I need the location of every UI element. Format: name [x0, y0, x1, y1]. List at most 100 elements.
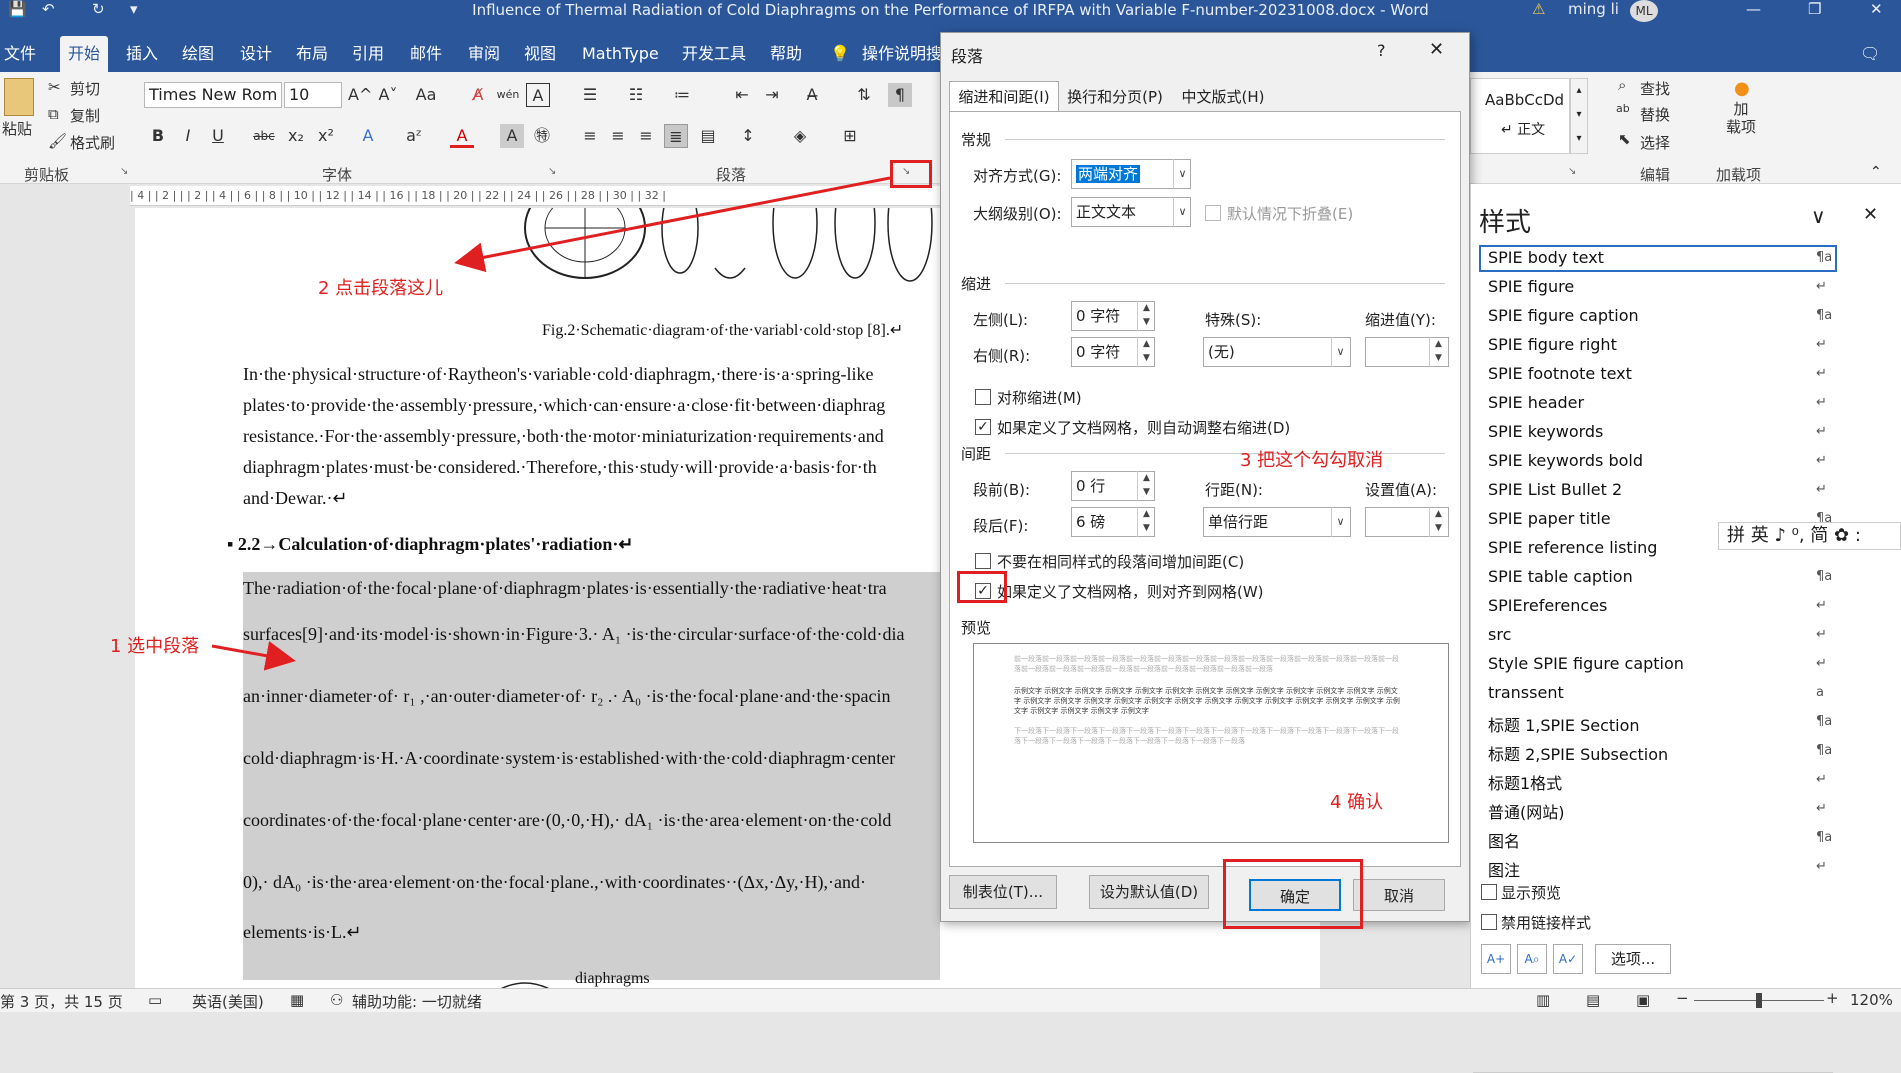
- style-item[interactable]: SPIE table caption: [1488, 567, 1633, 586]
- preview-previous-text: 前一段落前一段落前一段落前一段落前一段落前一段落前一段落前一段落前一段落前一段落…: [1014, 655, 1399, 673]
- line-spacing-label: 行距(N):: [1205, 481, 1263, 499]
- style-item[interactable]: SPIE keywords bold: [1488, 451, 1643, 470]
- dialog-close-button[interactable]: ✕: [1429, 39, 1444, 60]
- accessibility-icon[interactable]: ⚇: [330, 991, 343, 1009]
- ime-toolbar[interactable]: 拼 英 ♪ ⁰, 简 ✿ :: [1718, 522, 1901, 550]
- style-type-icon: ↵: [1816, 395, 1827, 410]
- style-type-icon: ↵: [1816, 656, 1827, 671]
- disable-linked-checkbox[interactable]: [1481, 914, 1497, 930]
- annotation-box-ok: [1223, 859, 1363, 929]
- chevron-down-icon[interactable]: ∨: [1173, 197, 1191, 227]
- web-layout-icon[interactable]: ▣: [1636, 991, 1650, 1009]
- tab-line-page-breaks[interactable]: 换行和分页(P): [1059, 83, 1171, 111]
- auto-right-indent-checkbox[interactable]: ✓: [975, 419, 991, 435]
- style-type-icon: ¶a: [1816, 569, 1833, 584]
- disable-linked-label: 禁用链接样式: [1501, 914, 1592, 932]
- chevron-down-icon[interactable]: ∨: [1331, 337, 1349, 367]
- style-type-icon: ↵: [1816, 801, 1827, 816]
- right-indent-label: 右侧(R):: [973, 347, 1031, 365]
- left-indent-spinner[interactable]: ▲ ▼: [1137, 301, 1155, 331]
- collapse-checkbox[interactable]: [1205, 205, 1221, 221]
- styles-options-button[interactable]: 选项...: [1595, 944, 1671, 974]
- preview-next-text: 下一段落下一段落下一段落下一段落下一段落下一段落下一段落下一段落下一段落下一段落…: [1014, 727, 1399, 745]
- section-general: 常规: [961, 131, 992, 149]
- line-spacing-select[interactable]: 单倍行距: [1203, 507, 1351, 537]
- new-style-button[interactable]: A+: [1481, 944, 1511, 974]
- zoom-out-button[interactable]: −: [1676, 989, 1689, 1007]
- style-item[interactable]: SPIE body text: [1488, 248, 1604, 267]
- style-item[interactable]: SPIE figure right: [1488, 335, 1617, 354]
- style-item[interactable]: SPIE paper title: [1488, 509, 1611, 528]
- style-item[interactable]: SPIE keywords: [1488, 422, 1603, 441]
- style-item[interactable]: SPIE figure: [1488, 277, 1574, 296]
- style-item[interactable]: SPIE figure caption: [1488, 306, 1639, 325]
- mirror-indents-label: 对称缩进(M): [997, 389, 1082, 407]
- style-type-icon: ↵: [1816, 424, 1827, 439]
- tabs-button[interactable]: 制表位(T)...: [949, 875, 1057, 909]
- dialog-help-button[interactable]: ?: [1377, 41, 1386, 60]
- style-type-icon: ¶a: [1816, 308, 1833, 323]
- macro-icon[interactable]: ▦: [290, 991, 304, 1009]
- style-item[interactable]: transsent: [1488, 683, 1564, 702]
- indent-by-spinner[interactable]: ▲ ▼: [1429, 337, 1447, 367]
- style-type-icon: ¶a: [1816, 250, 1833, 265]
- style-type-icon: a: [1816, 685, 1824, 700]
- proofing-icon[interactable]: ▭: [148, 991, 162, 1009]
- style-type-icon: ↵: [1816, 279, 1827, 294]
- show-preview-checkbox[interactable]: [1481, 884, 1497, 900]
- style-item[interactable]: SPIE List Bullet 2: [1488, 480, 1622, 499]
- style-type-icon: ↵: [1816, 453, 1827, 468]
- style-item[interactable]: SPIE header: [1488, 393, 1584, 412]
- zoom-level[interactable]: 120%: [1850, 991, 1893, 1009]
- collapse-label: 默认情况下折叠(E): [1227, 205, 1354, 223]
- show-preview-label: 显示预览: [1501, 884, 1562, 902]
- at-spinner[interactable]: ▲ ▼: [1429, 507, 1447, 537]
- special-label: 特殊(S):: [1205, 311, 1262, 329]
- style-item[interactable]: 标题 1,SPIE Section: [1488, 712, 1640, 736]
- style-item[interactable]: SPIE footnote text: [1488, 364, 1632, 383]
- style-item[interactable]: SPIE reference listing: [1488, 538, 1657, 557]
- styles-pane-close-button[interactable]: ✕: [1863, 204, 1878, 225]
- style-type-icon: ↵: [1816, 859, 1827, 874]
- tab-indents-spacing[interactable]: 缩进和间距(I): [949, 81, 1059, 111]
- style-item[interactable]: SPIEreferences: [1488, 596, 1607, 615]
- style-item[interactable]: 图名: [1488, 828, 1520, 852]
- auto-right-indent-label: 如果定义了文档网格，则自动调整右缩进(D): [997, 419, 1291, 437]
- status-bar: 第 3 页，共 15 页 ▭ 英语(美国) ▦ ⚇ 辅助功能: 一切就绪 ▥ ▤…: [0, 988, 1901, 1012]
- language-status[interactable]: 英语(美国): [192, 991, 264, 1012]
- section-indentation: 缩进: [961, 275, 992, 293]
- style-type-icon: ¶a: [1816, 830, 1833, 845]
- print-layout-icon[interactable]: ▤: [1586, 991, 1600, 1009]
- styles-pane-title: 样式: [1479, 208, 1532, 238]
- style-item[interactable]: 标题 2,SPIE Subsection: [1488, 741, 1668, 765]
- cancel-button[interactable]: 取消: [1353, 879, 1445, 911]
- zoom-in-button[interactable]: +: [1826, 989, 1839, 1007]
- set-default-button[interactable]: 设为默认值(D): [1089, 875, 1209, 909]
- section-spacing: 间距: [961, 445, 992, 463]
- zoom-slider-thumb[interactable]: [1756, 993, 1762, 1008]
- tab-asian-typography[interactable]: 中文版式(H): [1171, 83, 1275, 111]
- manage-styles-button[interactable]: A✓: [1553, 944, 1583, 974]
- styles-pane-options-icon[interactable]: ∨: [1811, 204, 1826, 228]
- annotation-step-3: 3 把这个勾勾取消: [1240, 450, 1384, 471]
- accessibility-status[interactable]: 辅助功能: 一切就绪: [352, 991, 482, 1012]
- special-select[interactable]: (无): [1203, 337, 1351, 367]
- paragraph-dialog: 段落 ? ✕ 缩进和间距(I) 换行和分页(P) 中文版式(H) 常规 对齐方式…: [940, 32, 1470, 929]
- style-item[interactable]: 标题1格式: [1488, 770, 1562, 794]
- mirror-indents-checkbox[interactable]: [975, 389, 991, 405]
- style-item[interactable]: 普通(网站): [1488, 799, 1565, 823]
- space-after-spinner[interactable]: ▲ ▼: [1137, 507, 1155, 537]
- outline-level-label: 大纲级别(O):: [973, 205, 1062, 223]
- no-space-same-style-checkbox[interactable]: [975, 553, 991, 569]
- right-indent-spinner[interactable]: ▲ ▼: [1137, 337, 1155, 367]
- read-mode-icon[interactable]: ▥: [1536, 991, 1550, 1009]
- style-item[interactable]: src: [1488, 625, 1511, 644]
- chevron-down-icon[interactable]: ∨: [1331, 507, 1349, 537]
- page-count[interactable]: 第 3 页，共 15 页: [0, 991, 123, 1012]
- style-item[interactable]: Style SPIE figure caption: [1488, 654, 1684, 673]
- chevron-down-icon[interactable]: ∨: [1173, 159, 1191, 189]
- section-preview: 预览: [961, 619, 992, 637]
- style-inspector-button[interactable]: A⌕: [1517, 944, 1547, 974]
- style-item[interactable]: 图注: [1488, 857, 1520, 881]
- space-before-spinner[interactable]: ▲ ▼: [1137, 471, 1155, 501]
